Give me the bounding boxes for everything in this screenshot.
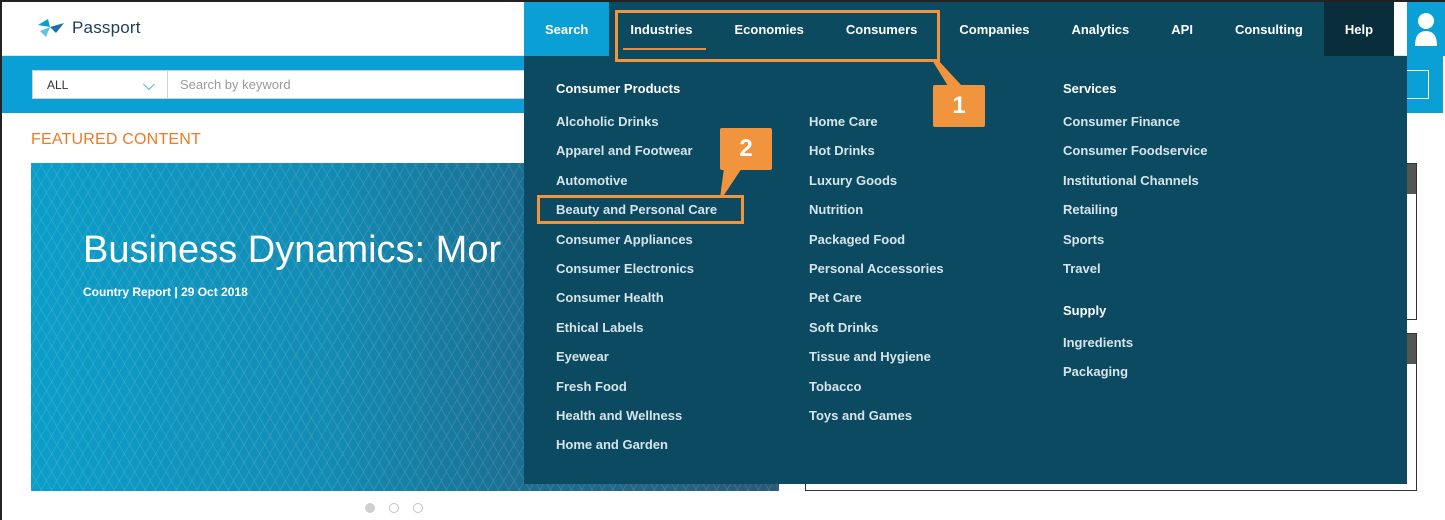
annotation-badge-2: 2 xyxy=(720,128,772,170)
menu-item-automotive[interactable]: Automotive xyxy=(556,173,628,188)
carousel-dot-1[interactable] xyxy=(365,503,375,513)
menu-heading-services: Services xyxy=(1063,81,1117,96)
hero-title[interactable]: Business Dynamics: Mor xyxy=(83,229,501,272)
menu-item-pet-care[interactable]: Pet Care xyxy=(809,290,862,305)
menu-item-home-and-garden[interactable]: Home and Garden xyxy=(556,437,668,452)
menu-item-packaged-food[interactable]: Packaged Food xyxy=(809,232,905,247)
search-input-right-edge xyxy=(1407,70,1429,99)
search-input[interactable] xyxy=(168,70,538,99)
menu-item-consumer-health[interactable]: Consumer Health xyxy=(556,290,664,305)
user-account-button[interactable] xyxy=(1407,2,1445,56)
annotation-pointer-2 xyxy=(720,168,742,198)
carousel-dot-3[interactable] xyxy=(413,503,423,513)
menu-item-apparel-and-footwear[interactable]: Apparel and Footwear xyxy=(556,143,693,158)
menu-item-hot-drinks[interactable]: Hot Drinks xyxy=(809,143,875,158)
menu-item-consumer-finance[interactable]: Consumer Finance xyxy=(1063,114,1180,129)
menu-item-travel[interactable]: Travel xyxy=(1063,261,1101,276)
passport-logo[interactable]: Passport xyxy=(36,17,141,39)
menu-item-consumer-electronics[interactable]: Consumer Electronics xyxy=(556,261,694,276)
nav-analytics[interactable]: Analytics xyxy=(1050,2,1151,56)
nav-economies[interactable]: Economies xyxy=(713,2,825,56)
carousel-dot-2[interactable] xyxy=(389,503,399,513)
user-icon xyxy=(1415,13,1437,46)
menu-item-tobacco[interactable]: Tobacco xyxy=(809,379,862,394)
menu-item-tissue-and-hygiene[interactable]: Tissue and Hygiene xyxy=(809,349,931,364)
passport-logo-icon xyxy=(38,19,64,37)
nav-consulting[interactable]: Consulting xyxy=(1213,2,1324,56)
menu-item-institutional-channels[interactable]: Institutional Channels xyxy=(1063,173,1199,188)
menu-item-ingredients[interactable]: Ingredients xyxy=(1063,335,1133,350)
menu-item-beauty-and-personal-care[interactable]: Beauty and Personal Care xyxy=(556,202,717,217)
menu-item-personal-accessories[interactable]: Personal Accessories xyxy=(809,261,944,276)
nav-industries[interactable]: Industries xyxy=(609,2,714,56)
annotation-pointer-1 xyxy=(932,60,962,86)
hero-subtitle: Country Report | 29 Oct 2018 xyxy=(83,285,248,299)
menu-item-consumer-appliances[interactable]: Consumer Appliances xyxy=(556,232,693,247)
main-nav: Search Industries Economies Consumers Co… xyxy=(524,2,1395,56)
menu-item-fresh-food[interactable]: Fresh Food xyxy=(556,379,627,394)
menu-item-consumer-foodservice[interactable]: Consumer Foodservice xyxy=(1063,143,1208,158)
nav-api[interactable]: API xyxy=(1150,2,1214,56)
featured-content-heading: FEATURED CONTENT xyxy=(31,131,202,148)
menu-item-alcoholic-drinks[interactable]: Alcoholic Drinks xyxy=(556,114,659,129)
menu-item-luxury-goods[interactable]: Luxury Goods xyxy=(809,173,897,188)
menu-item-soft-drinks[interactable]: Soft Drinks xyxy=(809,320,878,335)
side-card-strip xyxy=(1406,164,1416,194)
menu-item-health-and-wellness[interactable]: Health and Wellness xyxy=(556,408,682,423)
menu-item-eyewear[interactable]: Eyewear xyxy=(556,349,609,364)
search-scope-value: ALL xyxy=(47,77,69,92)
annotation-badge-1: 1 xyxy=(933,85,985,127)
chevron-down-icon: ⌵ xyxy=(142,77,155,94)
menu-item-sports[interactable]: Sports xyxy=(1063,232,1104,247)
nav-search[interactable]: Search xyxy=(524,2,610,56)
menu-item-toys-and-games[interactable]: Toys and Games xyxy=(809,408,912,423)
menu-item-packaging[interactable]: Packaging xyxy=(1063,364,1128,379)
nav-companies[interactable]: Companies xyxy=(938,2,1051,56)
side-card-strip xyxy=(1406,334,1416,364)
carousel-dots xyxy=(365,503,423,513)
menu-heading-supply: Supply xyxy=(1063,303,1107,318)
menu-item-retailing[interactable]: Retailing xyxy=(1063,202,1118,217)
menu-item-home-care[interactable]: Home Care xyxy=(809,114,878,129)
search-scope-select[interactable]: ALL ⌵ xyxy=(32,70,168,99)
menu-item-ethical-labels[interactable]: Ethical Labels xyxy=(556,320,643,335)
menu-heading-consumer-products: Consumer Products xyxy=(556,81,681,96)
menu-item-nutrition[interactable]: Nutrition xyxy=(809,202,863,217)
logo-text: Passport xyxy=(72,18,141,37)
nav-help[interactable]: Help xyxy=(1323,2,1395,56)
nav-consumers[interactable]: Consumers xyxy=(824,2,939,56)
